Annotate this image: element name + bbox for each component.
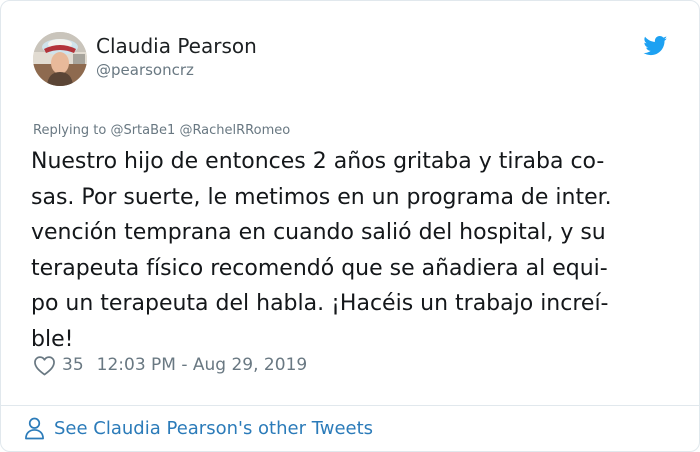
author-handle[interactable]: @pearsoncrz bbox=[96, 61, 194, 79]
tweet-text-line: po un terapeuta del habla. ¡Hacéis un tr… bbox=[31, 291, 609, 316]
see-other-tweets-label[interactable]: See Claudia Pearson's other Tweets bbox=[54, 418, 373, 439]
heart-icon[interactable] bbox=[33, 355, 56, 376]
see-other-tweets-link[interactable]: See Claudia Pearson's other Tweets bbox=[24, 415, 373, 441]
tweet-text-line: sas. Por suerte, le metimos en un progra… bbox=[31, 184, 612, 210]
mention-link[interactable]: @RachelRRomeo bbox=[179, 123, 290, 138]
mention-link[interactable]: @SrtaBe1 bbox=[110, 123, 175, 138]
embedded-tweet-card: Claudia Pearson @pearsoncrz Replying to … bbox=[0, 0, 700, 452]
avatar-image bbox=[33, 32, 87, 86]
reply-prefix: Replying to bbox=[33, 123, 107, 138]
reply-context: Replying to @SrtaBe1 @RachelRRomeo bbox=[33, 123, 290, 139]
tweet-timestamp[interactable]: 12:03 PM - Aug 29, 2019 bbox=[97, 355, 308, 375]
like-count: 35 bbox=[62, 355, 84, 375]
twitter-bird-icon[interactable] bbox=[643, 36, 668, 56]
tweet-text-line: Nuestro hijo de entonces 2 años gritaba … bbox=[31, 149, 605, 174]
author-display-name[interactable]: Claudia Pearson bbox=[96, 34, 257, 58]
tweet-text-line: ble! bbox=[31, 326, 74, 352]
divider bbox=[1, 405, 699, 406]
tweet-meta: 35 12:03 PM - Aug 29, 2019 bbox=[33, 353, 307, 377]
tweet-text-line: vención temprana en cuando salió del hos… bbox=[31, 220, 606, 245]
avatar[interactable] bbox=[33, 32, 87, 86]
tweet-text: Nuestro hijo de entonces 2 años gritaba … bbox=[31, 144, 681, 357]
person-icon bbox=[25, 417, 44, 439]
tweet-text-line: terapeuta físico recomendó que se añadie… bbox=[31, 255, 608, 281]
